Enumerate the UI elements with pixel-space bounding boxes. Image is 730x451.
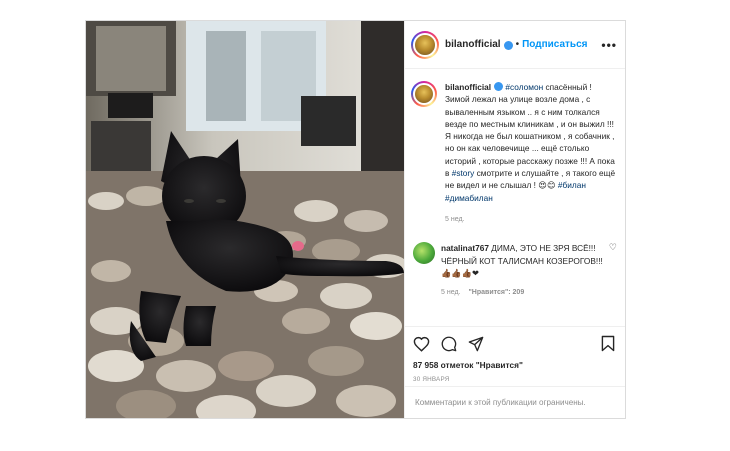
author-username[interactable]: bilanofficial	[445, 39, 501, 50]
comment-meta: 5 нед. "Нравится": 209	[441, 287, 605, 299]
caption-username[interactable]: bilanofficial	[445, 82, 491, 92]
author-avatar[interactable]	[411, 30, 439, 59]
bookmark-icon[interactable]	[601, 335, 615, 352]
hashtag-link[interactable]: #димабилан	[445, 193, 493, 203]
comment-body: natalinat767 ДИМА, ЭТО НЕ ЗРЯ ВСЁ!!! ЧЁР…	[441, 242, 605, 299]
post-date[interactable]: 30 ЯНВАРЯ	[413, 376, 615, 383]
verified-icon	[503, 41, 513, 50]
comment-row: natalinat767 ДИМА, ЭТО НЕ ЗРЯ ВСЁ!!! ЧЁР…	[411, 242, 617, 299]
likes-count[interactable]: 87 958 отметок "Нравится"	[413, 360, 615, 370]
heart-icon[interactable]	[413, 336, 430, 352]
follow-button[interactable]: Подписаться	[522, 39, 587, 50]
action-icons	[413, 335, 615, 352]
commenter-avatar[interactable]	[413, 242, 435, 265]
hashtag-link[interactable]: #story	[452, 168, 475, 178]
caption-avatar[interactable]	[411, 81, 437, 107]
caption-body: bilanofficial #соломон спасённый ! Зимой…	[445, 81, 617, 226]
comment-heart-icon[interactable]: ♡	[605, 242, 617, 253]
more-icon[interactable]: •••	[601, 38, 617, 52]
caption-comment: bilanofficial #соломон спасённый ! Зимой…	[411, 81, 617, 226]
verified-icon	[494, 82, 504, 91]
comments-area[interactable]: bilanofficial #соломон спасённый ! Зимой…	[405, 69, 625, 326]
caption-time[interactable]: 5 нед.	[445, 214, 617, 226]
hashtag-link[interactable]: #соломон	[505, 82, 543, 92]
comments-restricted-notice: Комментарии к этой публикации ограничены…	[405, 386, 625, 418]
separator-dot: •	[515, 39, 520, 50]
caption-text: спасённый ! Зимой лежал на улице возле д…	[445, 82, 615, 179]
share-icon[interactable]	[468, 336, 484, 352]
hashtag-link[interactable]: #билан	[558, 180, 586, 190]
commenter-username[interactable]: natalinat767	[441, 243, 489, 253]
comment-icon[interactable]	[441, 336, 457, 352]
post-dialog: bilanofficial • Подписаться ••• bilanoff…	[85, 20, 626, 419]
comment-time[interactable]: 5 нед.	[441, 289, 460, 296]
comment-likes[interactable]: "Нравится": 209	[468, 289, 524, 296]
post-sidebar: bilanofficial • Подписаться ••• bilanoff…	[404, 21, 625, 418]
post-header: bilanofficial • Подписаться •••	[405, 21, 625, 69]
post-photo[interactable]	[86, 21, 404, 418]
cat-photo-image	[86, 21, 404, 418]
